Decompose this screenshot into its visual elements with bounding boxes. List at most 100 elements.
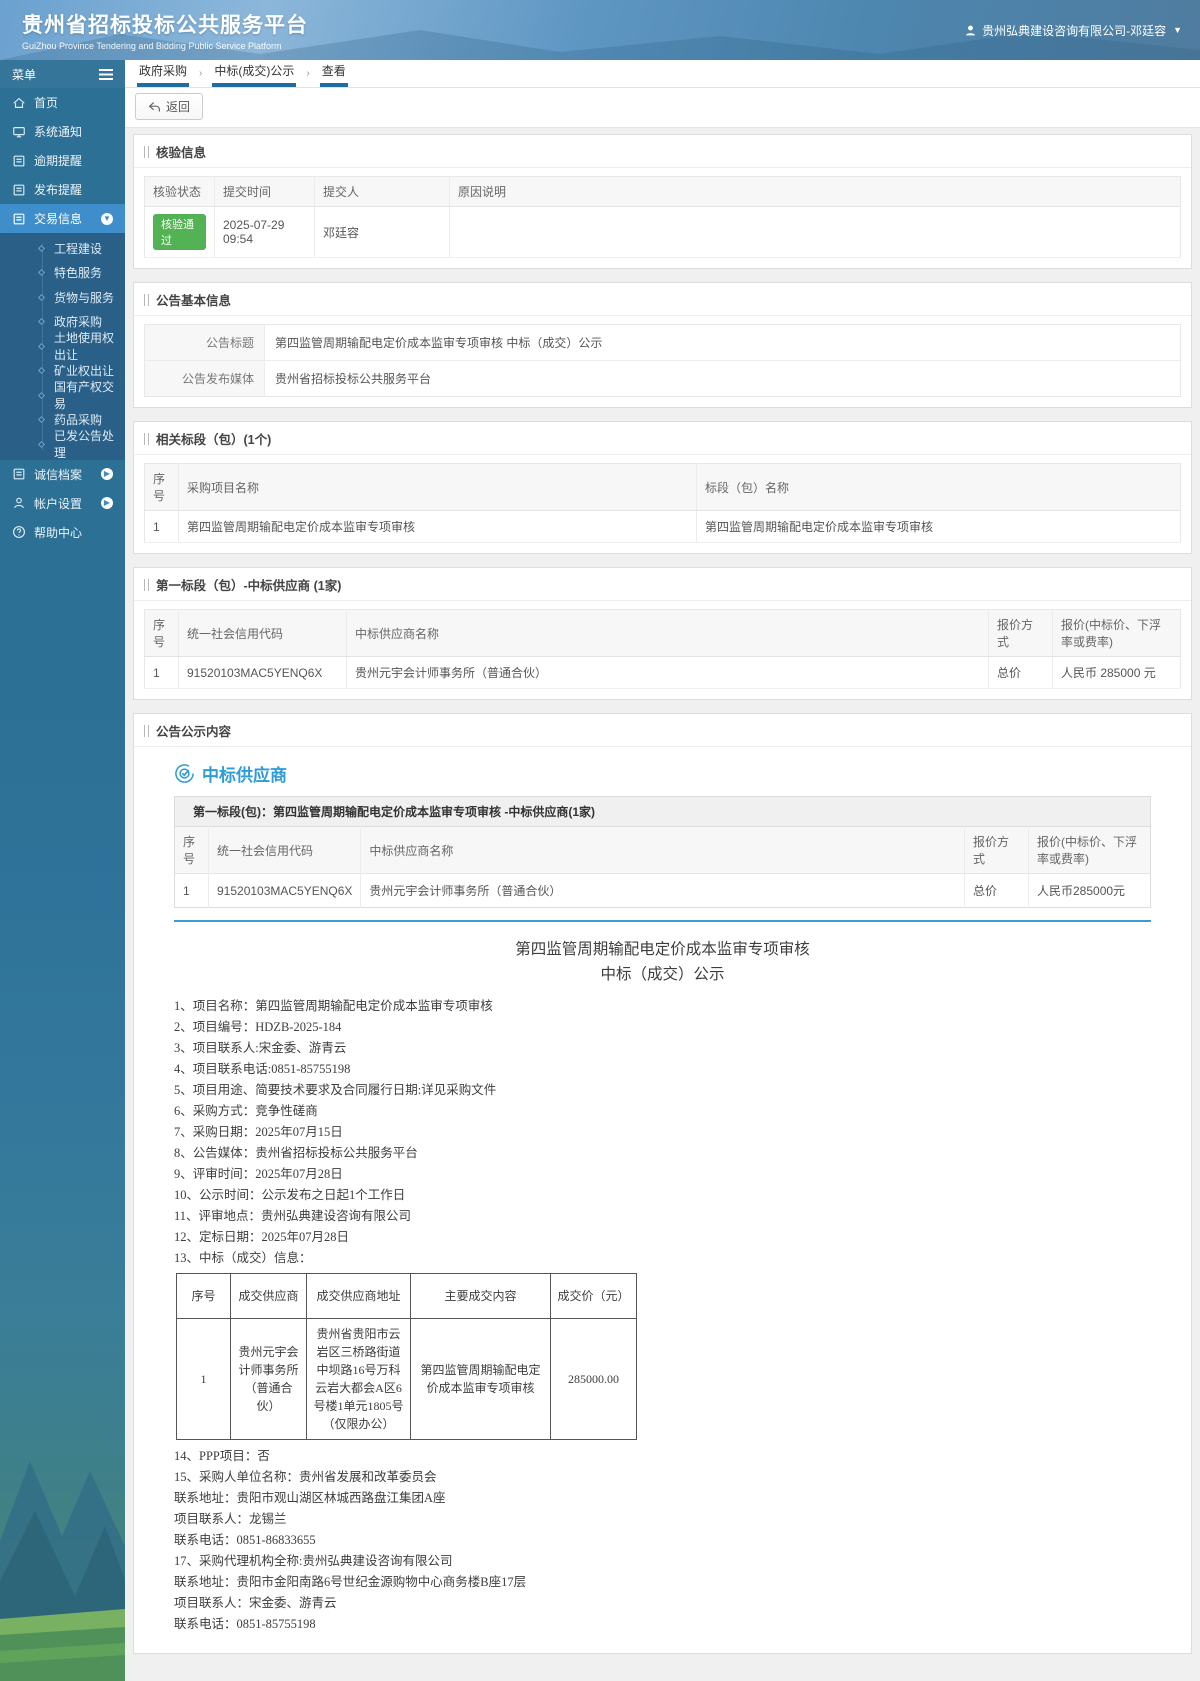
- section-marker: [144, 145, 149, 158]
- basic-info-panel: 公告基本信息 公告标题 第四监管周期输配电定价成本监审专项审核 中标（成交）公示…: [133, 282, 1192, 408]
- sidebar-subitem-land-use[interactable]: 土地使用权出让: [0, 331, 125, 362]
- sidebar-mountain-decor: [0, 1461, 125, 1681]
- basic-info-table: 公告标题 第四监管周期输配电定价成本监审专项审核 中标（成交）公示 公告发布媒体…: [144, 324, 1181, 397]
- diamond-bullet: [37, 416, 46, 424]
- hamburger-icon[interactable]: [99, 68, 113, 80]
- sidebar-item-overdue-reminder[interactable]: 逾期提醒: [0, 146, 125, 175]
- award-supplier-address: 贵州省贵阳市云岩区三桥路街道中坝路16号万科云岩大都会A区6号楼1单元1805号…: [306, 1318, 411, 1440]
- sidebar-subitem-goods-services[interactable]: 货物与服务: [0, 285, 125, 310]
- announcement-body: 中标供应商 第一标段(包)：第四监管周期输配电定价成本监审专项审核 -中标供应商…: [134, 747, 1191, 1653]
- related-sections-table: 序号 采购项目名称 标段（包）名称 1 第四监管周期输配电定价成本监审专项审核 …: [144, 463, 1181, 543]
- table-row: 1 91520103MAC5YENQ6X 贵州元宇会计师事务所（普通合伙） 总价…: [174, 873, 1151, 908]
- document-icon: [12, 183, 26, 197]
- table-row: 核验通过 2025-07-29 09:54 邓廷容: [144, 206, 1181, 258]
- content-winner-table: 序号 统一社会信用代码 中标供应商名称 报价方式 报价(中标价、下浮率或费率) …: [174, 826, 1151, 908]
- toolbar: 返回: [125, 88, 1200, 128]
- breadcrumb-separator: ›: [306, 68, 310, 79]
- sidebar-item-help-center[interactable]: 帮助中心: [0, 518, 125, 547]
- diamond-bullet: [37, 440, 46, 448]
- table-header-row: 序号 采购项目名称 标段（包）名称: [144, 463, 1181, 511]
- verify-table: 核验状态 提交时间 提交人 原因说明 核验通过 2025-07-29 09:54…: [144, 176, 1181, 258]
- credit-code: 91520103MAC5YENQ6X: [208, 873, 362, 908]
- section-band: 第一标段(包)：第四监管周期输配电定价成本监审专项审核 -中标供应商(1家): [174, 796, 1151, 826]
- verify-panel-title: 核验信息: [134, 135, 1191, 168]
- doc-paragraph: 7、采购日期：2025年07月15日: [174, 1125, 343, 1139]
- table-row: 1 91520103MAC5YENQ6X 贵州元宇会计师事务所（普通合伙） 总价…: [144, 656, 1181, 689]
- doc-paragraph: 10、公示时间：公示发布之日起1个工作日: [174, 1188, 406, 1202]
- table-row: 公告标题 第四监管周期输配电定价成本监审专项审核 中标（成交）公示: [144, 324, 1181, 361]
- sidebar-nav: 首页 系统通知 逾期提醒 发布提醒 交易信息 ▼ 工程建设 特色服务 货物与服务…: [0, 88, 125, 547]
- quote-method: 总价: [964, 873, 1029, 908]
- doc-paragraph: 联系电话：0851-85755198: [174, 1617, 316, 1631]
- supplier-name: 贵州元宇会计师事务所（普通合伙）: [346, 656, 989, 689]
- diamond-bullet: [37, 391, 46, 399]
- user-name: 贵州弘典建设咨询有限公司-邓廷容: [982, 23, 1167, 38]
- document-icon: [12, 212, 26, 226]
- doc-paragraph: 联系地址：贵阳市金阳南路6号世纪金源购物中心商务楼B座17层: [174, 1575, 527, 1589]
- breadcrumb-award-notice[interactable]: 中标(成交)公示: [212, 57, 297, 87]
- sidebar-subitem-engineering[interactable]: 工程建设: [0, 236, 125, 261]
- sidebar-item-account-settings[interactable]: 帐户设置 ▶: [0, 489, 125, 518]
- home-icon: [12, 96, 26, 110]
- table-header-row: 序号 统一社会信用代码 中标供应商名称 报价方式 报价(中标价、下浮率或费率): [144, 609, 1181, 657]
- reason: [449, 206, 1181, 258]
- document-icon: [12, 467, 26, 481]
- sidebar-item-home[interactable]: 首页: [0, 88, 125, 117]
- doc-paragraph: 3、项目联系人:宋金委、游青云: [174, 1041, 347, 1055]
- menu-label: 菜单: [12, 67, 37, 82]
- award-content: 第四监管周期输配电定价成本监审专项审核: [410, 1318, 551, 1440]
- table-row: 公告发布媒体 贵州省招标投标公共服务平台: [144, 360, 1181, 397]
- sidebar-item-publish-reminder[interactable]: 发布提醒: [0, 175, 125, 204]
- person-icon: [12, 496, 26, 510]
- document-icon: [12, 154, 26, 168]
- sidebar-item-integrity-archive[interactable]: 诚信档案 ▶: [0, 460, 125, 489]
- section-marker: [144, 293, 149, 306]
- doc-paragraphs-2: 14、PPP项目：否 15、采购人单位名称：贵州省发展和改革委员会 联系地址：贵…: [174, 1446, 1151, 1635]
- sidebar-subitem-featured-services[interactable]: 特色服务: [0, 261, 125, 286]
- sidebar-subitem-published-notices[interactable]: 已发公告处理: [0, 429, 125, 460]
- winning-supplier-heading: 中标供应商: [174, 761, 1151, 786]
- credit-code: 91520103MAC5YENQ6X: [178, 656, 347, 689]
- back-button[interactable]: 返回: [135, 93, 204, 120]
- diamond-bullet: [37, 244, 46, 252]
- chevron-down-icon: ▼: [101, 212, 113, 225]
- doc-paragraph: 11、评审地点：贵州弘典建设咨询有限公司: [174, 1209, 412, 1223]
- breadcrumb-separator: ›: [199, 68, 203, 79]
- doc-paragraph: 项目联系人：龙锡兰: [174, 1512, 287, 1526]
- breadcrumb-view[interactable]: 查看: [319, 57, 348, 87]
- award-supplier: 贵州元宇会计师事务所（普通合伙）: [230, 1318, 307, 1440]
- doc-paragraph: 4、项目联系电话:0851-85755198: [174, 1062, 351, 1076]
- back-icon: [148, 101, 161, 113]
- doc-paragraph: 5、项目用途、简要技术要求及合同履行日期:详见采购文件: [174, 1083, 497, 1097]
- sidebar-item-trade-info[interactable]: 交易信息 ▼: [0, 204, 125, 233]
- app-title: 贵州省招标投标公共服务平台: [22, 14, 308, 37]
- announcement-content-title: 公告公示内容: [134, 714, 1191, 747]
- doc-paragraph: 13、中标（成交）信息：: [174, 1251, 312, 1265]
- quote-price: 人民币 285000 元: [1052, 656, 1181, 689]
- sidebar-item-system-notice[interactable]: 系统通知: [0, 117, 125, 146]
- app-subtitle: GuiZhou Province Tendering and Bidding P…: [22, 41, 282, 51]
- section-marker: [144, 432, 149, 445]
- submitter: 邓廷容: [314, 206, 450, 258]
- diamond-bullet: [37, 318, 46, 326]
- doc-paragraph: 6、采购方式：竞争性磋商: [174, 1104, 318, 1118]
- diamond-bullet: [37, 293, 46, 301]
- breadcrumb-gov-procurement[interactable]: 政府采购: [137, 57, 190, 87]
- table-header-row: 核验状态 提交时间 提交人 原因说明: [144, 176, 1181, 207]
- doc-paragraph: 项目联系人：宋金委、游青云: [174, 1596, 337, 1610]
- doc-paragraph: 9、评审时间：2025年07月28日: [174, 1167, 343, 1181]
- supplier-name: 贵州元宇会计师事务所（普通合伙）: [360, 873, 965, 908]
- table-header-row: 序号 统一社会信用代码 中标供应商名称 报价方式 报价(中标价、下浮率或费率): [174, 826, 1151, 874]
- doc-paragraph: 联系地址：贵阳市观山湖区林城西路盘江集团A座: [174, 1491, 446, 1505]
- table-header-row: 序号 成交供应商 成交供应商地址 主要成交内容 成交价（元）: [176, 1273, 637, 1319]
- related-sections-panel: 相关标段（包）(1个) 序号 采购项目名称 标段（包）名称 1 第四监管周期输配…: [133, 421, 1192, 554]
- section-marker: [144, 724, 149, 737]
- related-sections-title: 相关标段（包）(1个): [134, 422, 1191, 455]
- app-header: 贵州省招标投标公共服务平台 GuiZhou Province Tendering…: [0, 0, 1200, 60]
- sidebar-subitem-state-property[interactable]: 国有产权交易: [0, 380, 125, 411]
- doc-paragraphs: 1、项目名称：第四监管周期输配电定价成本监审专项审核 2、项目编号：HDZB-2…: [174, 996, 1151, 1269]
- user-menu[interactable]: 贵州弘典建设咨询有限公司-邓廷容 ▼: [964, 22, 1182, 39]
- award-info-table: 序号 成交供应商 成交供应商地址 主要成交内容 成交价（元） 1 贵州元宇会计师…: [176, 1273, 637, 1440]
- user-icon: [964, 24, 977, 37]
- chevron-right-icon: ▶: [101, 468, 113, 480]
